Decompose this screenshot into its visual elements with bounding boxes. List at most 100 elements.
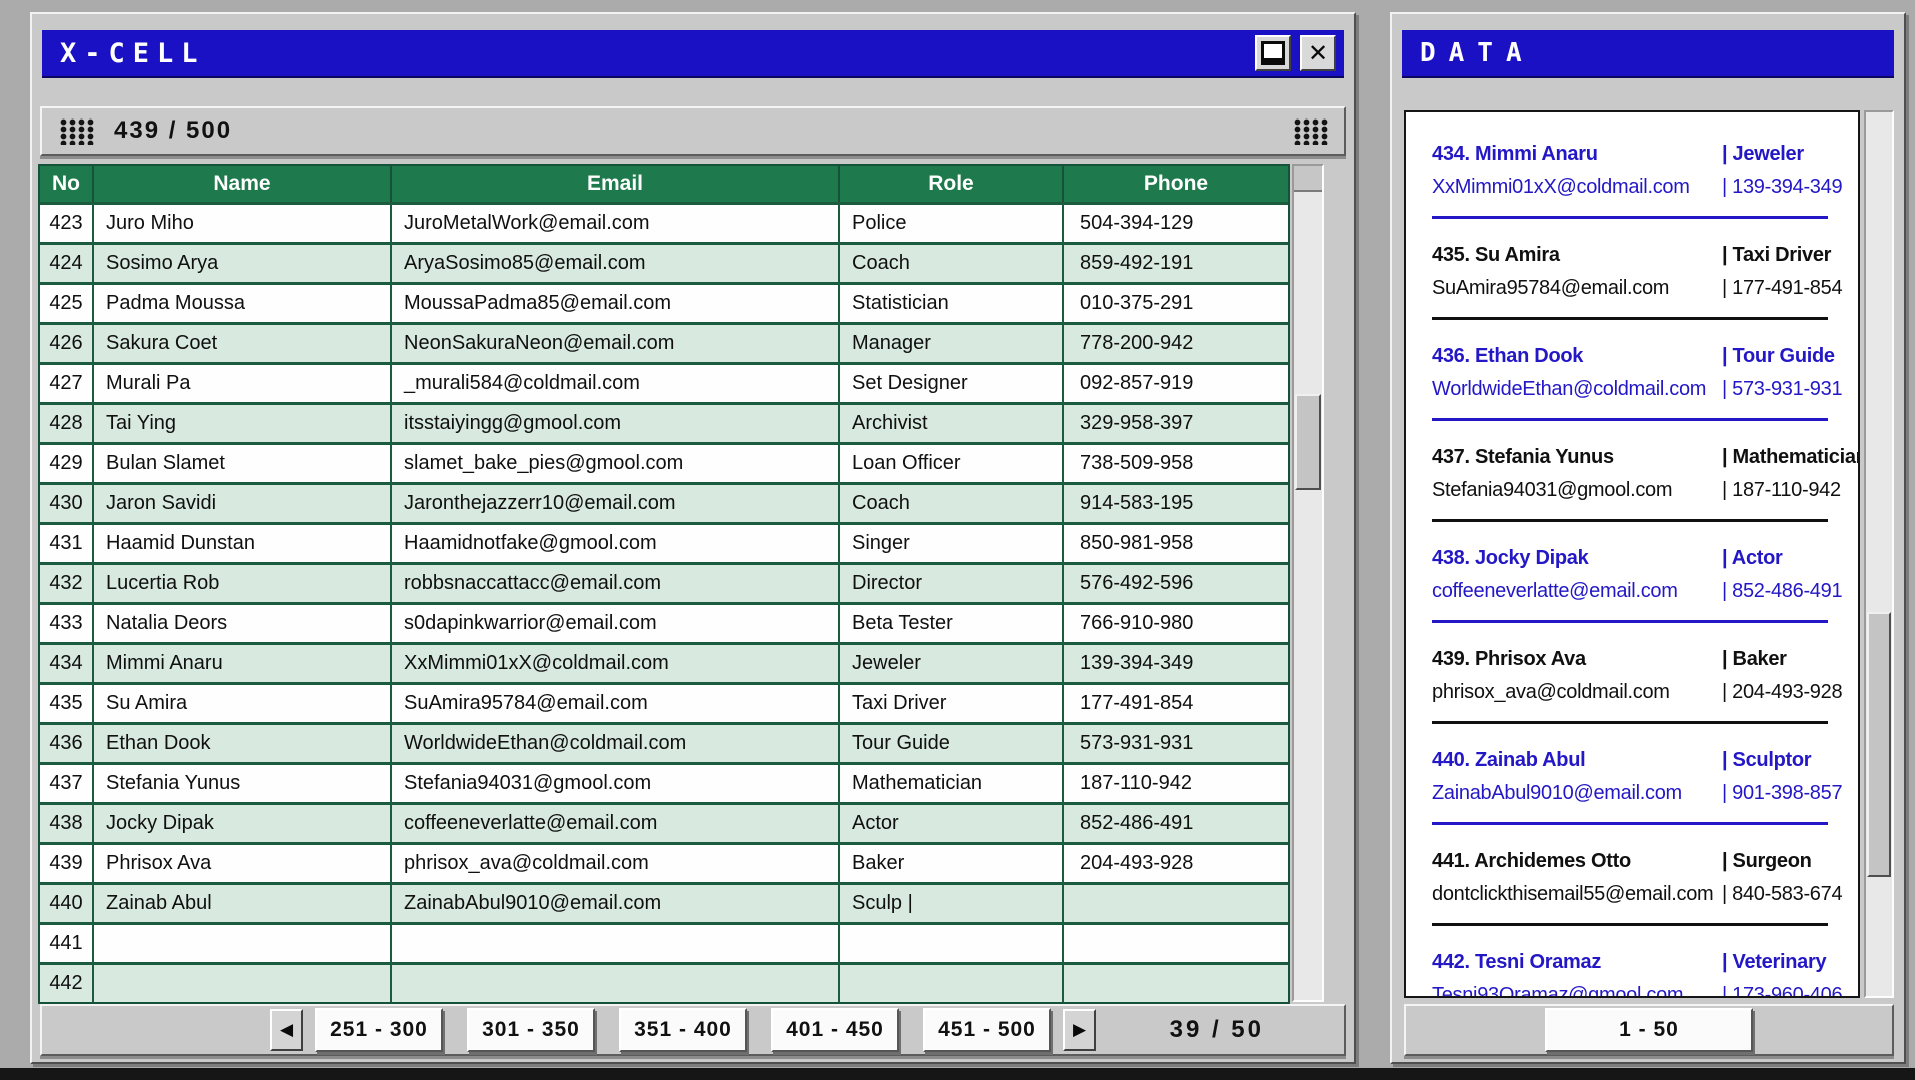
cell-phone[interactable]: 576-492-596 [1064,565,1288,602]
table-row[interactable]: 431 Haamid Dunstan Haamidnotfake@gmool.c… [40,522,1288,562]
cell-role[interactable] [840,925,1064,962]
record-card[interactable]: 441. Archidemes Otto | Surgeon dontclick… [1406,825,1858,926]
cell-no[interactable]: 426 [40,325,94,362]
cell-email[interactable]: _murali584@coldmail.com [392,365,840,402]
column-header-name[interactable]: Name [94,166,392,202]
cell-email[interactable]: MoussaPadma85@email.com [392,285,840,322]
cell-role[interactable]: Taxi Driver [840,685,1064,722]
table-row[interactable]: 432 Lucertia Rob robbsnaccattacc@email.c… [40,562,1288,602]
cell-role[interactable]: Coach [840,245,1064,282]
cell-email[interactable]: XxMimmi01xX@coldmail.com [392,645,840,682]
cell-role[interactable]: Beta Tester [840,605,1064,642]
table-row[interactable]: 430 Jaron Savidi Jaronthejazzerr10@email… [40,482,1288,522]
cell-name[interactable]: Lucertia Rob [94,565,392,602]
grid-icon[interactable] [1292,118,1328,145]
table-row[interactable]: 425 Padma Moussa MoussaPadma85@email.com… [40,282,1288,322]
cell-no[interactable]: 435 [40,685,94,722]
cell-no[interactable]: 436 [40,725,94,762]
cell-role[interactable]: Tour Guide [840,725,1064,762]
table-row[interactable]: 426 Sakura Coet NeonSakuraNeon@email.com… [40,322,1288,362]
record-card[interactable]: 435. Su Amira | Taxi Driver SuAmira95784… [1406,219,1858,320]
cell-email[interactable]: AryaSosimo85@email.com [392,245,840,282]
cell-email[interactable] [392,925,840,962]
cell-name[interactable]: Zainab Abul [94,885,392,922]
table-row[interactable]: 433 Natalia Deors s0dapinkwarrior@email.… [40,602,1288,642]
column-header-no[interactable]: No [40,166,94,202]
cell-phone[interactable] [1064,925,1288,962]
cell-email[interactable]: WorldwideEthan@coldmail.com [392,725,840,762]
cell-name[interactable] [94,965,392,1002]
cell-no[interactable]: 430 [40,485,94,522]
cell-name[interactable]: Jaron Savidi [94,485,392,522]
cell-role[interactable]: Director [840,565,1064,602]
cell-phone[interactable]: 573-931-931 [1064,725,1288,762]
cell-phone[interactable]: 766-910-980 [1064,605,1288,642]
cell-email[interactable]: Haamidnotfake@gmool.com [392,525,840,562]
close-button[interactable]: ✕ [1300,35,1336,71]
cell-name[interactable]: Phrisox Ava [94,845,392,882]
table-row[interactable]: 438 Jocky Dipak coffeeneverlatte@email.c… [40,802,1288,842]
cell-name[interactable] [94,925,392,962]
grid-icon[interactable] [58,118,94,145]
table-scrollbar[interactable] [1292,164,1324,1002]
cell-phone[interactable]: 852-486-491 [1064,805,1288,842]
cell-role[interactable]: Loan Officer [840,445,1064,482]
table-row[interactable]: 435 Su Amira SuAmira95784@email.com Taxi… [40,682,1288,722]
cell-role[interactable]: Police [840,205,1064,242]
cell-email[interactable] [392,965,840,1002]
cell-email[interactable]: phrisox_ava@coldmail.com [392,845,840,882]
range-button[interactable]: 1 - 50 [1545,1008,1753,1052]
cell-phone[interactable]: 504-394-129 [1064,205,1288,242]
cell-no[interactable]: 429 [40,445,94,482]
cell-role[interactable]: Coach [840,485,1064,522]
record-card[interactable]: 442. Tesni Oramaz | Veterinary Tesni93Or… [1406,926,1858,998]
xcell-titlebar[interactable]: X-CELL ✕ [42,30,1344,78]
data-scrollbar[interactable] [1864,110,1894,998]
record-card[interactable]: 439. Phrisox Ava | Baker phrisox_ava@col… [1406,623,1858,724]
cell-phone[interactable]: 092-857-919 [1064,365,1288,402]
cell-no[interactable]: 433 [40,605,94,642]
cell-phone[interactable]: 177-491-854 [1064,685,1288,722]
cell-email[interactable]: coffeeneverlatte@email.com [392,805,840,842]
page-range-button[interactable]: 351 - 400 [619,1008,747,1052]
column-header-phone[interactable]: Phone [1064,166,1288,202]
cell-phone[interactable]: 859-492-191 [1064,245,1288,282]
cell-name[interactable]: Tai Ying [94,405,392,442]
table-row[interactable]: 434 Mimmi Anaru XxMimmi01xX@coldmail.com… [40,642,1288,682]
table-scrollbar-thumb[interactable] [1295,394,1321,490]
cell-email[interactable]: Jaronthejazzerr10@email.com [392,485,840,522]
cell-role[interactable] [840,965,1064,1002]
cell-role[interactable]: Set Designer [840,365,1064,402]
cell-role[interactable]: Sculp | [840,885,1064,922]
cell-email[interactable]: s0dapinkwarrior@email.com [392,605,840,642]
table-row[interactable]: 441 [40,922,1288,962]
cell-phone[interactable]: 914-583-195 [1064,485,1288,522]
cell-no[interactable]: 427 [40,365,94,402]
cell-name[interactable]: Ethan Dook [94,725,392,762]
table-row[interactable]: 439 Phrisox Ava phrisox_ava@coldmail.com… [40,842,1288,882]
cell-name[interactable]: Juro Miho [94,205,392,242]
cell-name[interactable]: Mimmi Anaru [94,645,392,682]
cell-phone[interactable]: 778-200-942 [1064,325,1288,362]
cell-email[interactable]: JuroMetalWork@email.com [392,205,840,242]
cell-name[interactable]: Sakura Coet [94,325,392,362]
data-scrollbar-thumb[interactable] [1867,612,1891,877]
cell-no[interactable]: 432 [40,565,94,602]
cell-email[interactable]: robbsnaccattacc@email.com [392,565,840,602]
next-page-button[interactable]: ▶ [1063,1009,1096,1051]
page-range-button[interactable]: 301 - 350 [467,1008,595,1052]
cell-no[interactable]: 439 [40,845,94,882]
record-card[interactable]: 438. Jocky Dipak | Actor coffeeneverlatt… [1406,522,1858,623]
data-titlebar[interactable]: DATA [1402,30,1894,78]
record-card[interactable]: 434. Mimmi Anaru | Jeweler XxMimmi01xX@c… [1406,118,1858,219]
cell-role[interactable]: Archivist [840,405,1064,442]
table-row[interactable]: 428 Tai Ying itsstaiyingg@gmool.com Arch… [40,402,1288,442]
cell-no[interactable]: 428 [40,405,94,442]
prev-page-button[interactable]: ◀ [270,1009,303,1051]
cell-name[interactable]: Sosimo Arya [94,245,392,282]
table-row[interactable]: 442 [40,962,1288,1002]
cell-no[interactable]: 440 [40,885,94,922]
cell-role[interactable]: Manager [840,325,1064,362]
cell-no[interactable]: 423 [40,205,94,242]
record-card[interactable]: 437. Stefania Yunus | Mathematician Stef… [1406,421,1858,522]
